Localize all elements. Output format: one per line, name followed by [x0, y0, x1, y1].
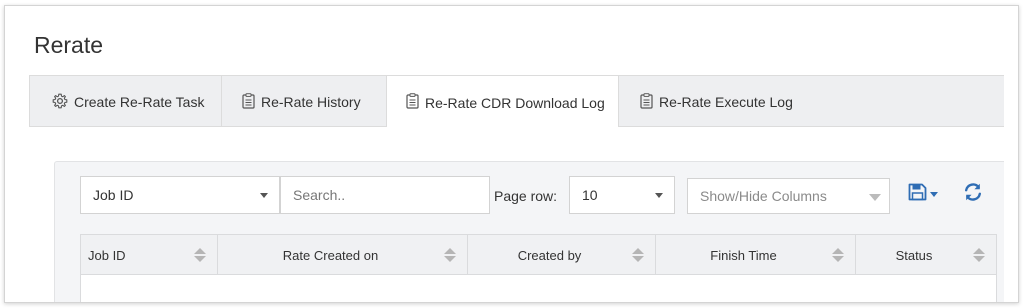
column-header-rate-created-on[interactable]: Rate Created on	[218, 235, 468, 275]
refresh-button[interactable]	[963, 182, 983, 207]
sort-icon	[193, 248, 207, 262]
search-field-value: Job ID	[93, 187, 134, 203]
tab-label: Re-Rate Execute Log	[659, 94, 793, 110]
tab-rerate-execute-log[interactable]: Re-Rate Execute Log	[619, 76, 819, 128]
chevron-down-icon	[655, 193, 663, 198]
chevron-down-icon	[930, 192, 938, 197]
tab-label: Re-Rate CDR Download Log	[425, 94, 605, 111]
log-panel: Job ID Page row: 10 Show/Hide Columns	[54, 161, 1004, 302]
chevron-down-icon	[869, 194, 881, 201]
column-header-created-by[interactable]: Created by	[468, 235, 656, 275]
columns-placeholder: Show/Hide Columns	[700, 188, 827, 204]
clipboard-icon	[242, 92, 255, 112]
column-header-finish-time[interactable]: Finish Time	[656, 235, 856, 275]
page-row-label: Page row:	[494, 188, 558, 204]
chevron-down-icon	[260, 193, 268, 198]
export-button[interactable]	[908, 183, 938, 206]
rerate-card: Rerate Create Re-Rate Task Re-Rate Histo…	[4, 5, 1019, 303]
show-hide-columns-select[interactable]: Show/Hide Columns	[687, 178, 890, 214]
search-field-select[interactable]: Job ID	[80, 176, 280, 214]
tab-rerate-history[interactable]: Re-Rate History	[222, 76, 386, 128]
page-row-select[interactable]: 10	[569, 176, 675, 214]
clipboard-icon	[406, 93, 419, 112]
table-header: Job ID Rate Created on Created by Finish…	[80, 234, 997, 275]
clipboard-icon	[640, 92, 653, 112]
page-row-value: 10	[582, 187, 598, 203]
floppy-disk-icon	[908, 183, 927, 206]
tab-label: Re-Rate History	[261, 94, 361, 110]
page-title: Rerate	[34, 32, 104, 58]
tab-label: Create Re-Rate Task	[74, 94, 205, 110]
sort-icon	[443, 248, 457, 262]
sort-icon	[972, 248, 986, 262]
gear-icon	[52, 93, 68, 112]
column-label: Created by	[517, 247, 582, 263]
table-row	[80, 274, 997, 302]
tab-strip: Create Re-Rate Task Re-Rate History Re-R…	[29, 75, 1004, 129]
sort-icon	[631, 248, 645, 262]
column-header-job-id[interactable]: Job ID	[81, 235, 218, 275]
search-input[interactable]	[280, 176, 490, 214]
column-label: Job ID	[88, 247, 126, 263]
refresh-icon	[963, 182, 983, 207]
tab-create-rerate-task[interactable]: Create Re-Rate Task	[30, 76, 222, 128]
column-header-status[interactable]: Status	[856, 235, 997, 275]
column-label: Status	[895, 247, 933, 263]
column-label: Rate Created on	[282, 247, 379, 263]
tab-content: Job ID Page row: 10 Show/Hide Columns	[29, 127, 1004, 302]
sort-icon	[831, 248, 845, 262]
tab-rerate-cdr-download-log[interactable]: Re-Rate CDR Download Log	[386, 76, 619, 129]
column-label: Finish Time	[710, 247, 777, 263]
